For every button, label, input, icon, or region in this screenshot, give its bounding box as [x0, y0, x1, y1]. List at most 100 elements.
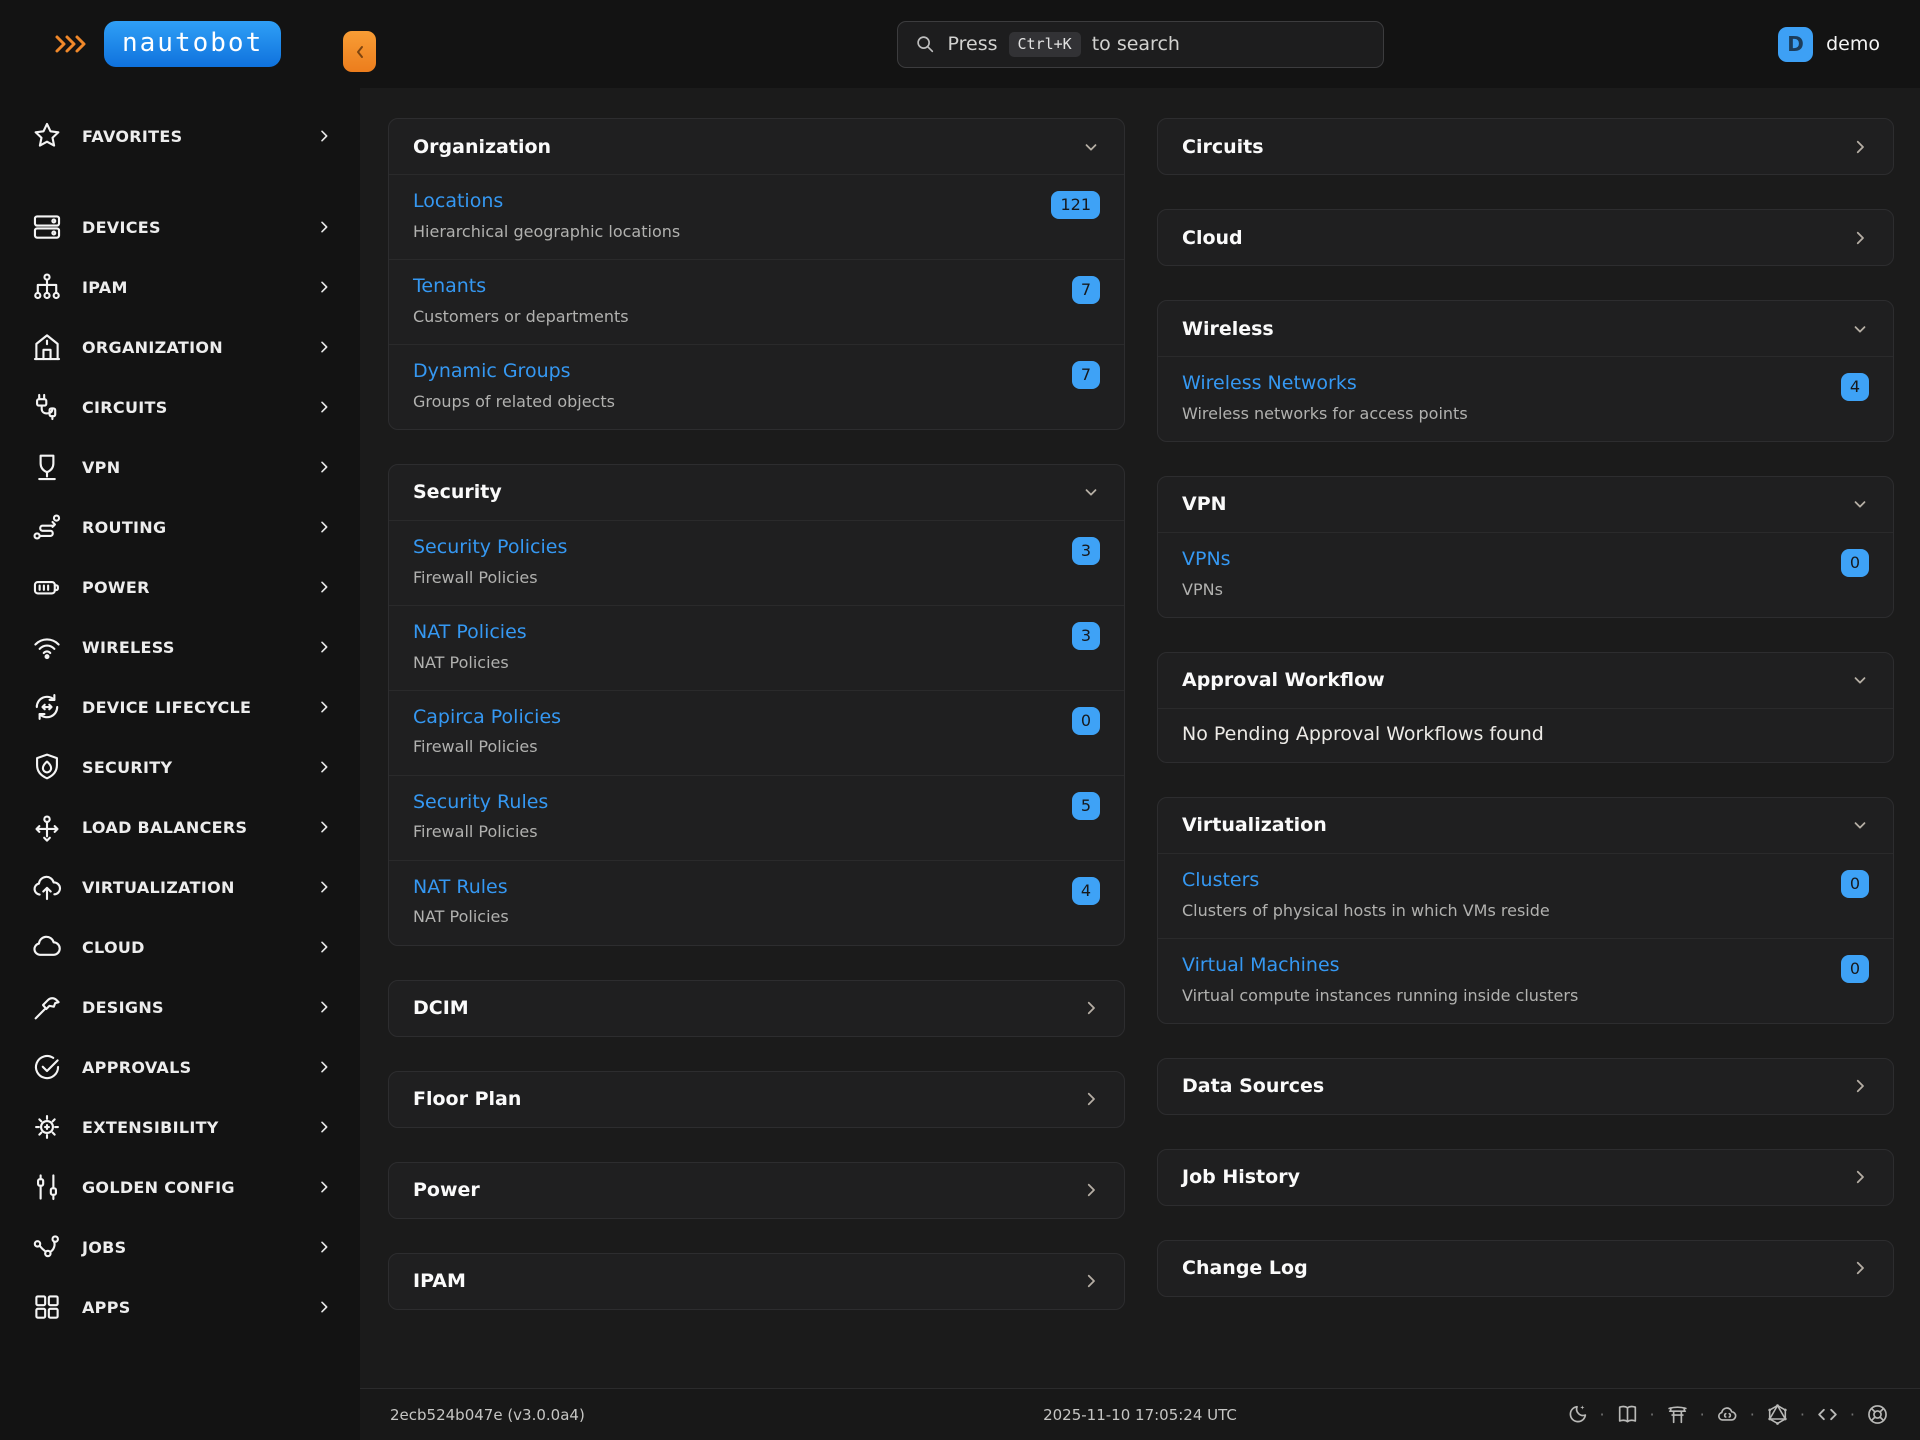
panel-row-description: Groups of related objects	[413, 392, 1072, 411]
panel-row-vpns: VPNs VPNs 0	[1158, 532, 1893, 617]
panel-vpn: VPN VPNs VPNs 0	[1157, 476, 1894, 618]
user-menu[interactable]: D demo	[1778, 27, 1880, 62]
sidebar-item-organization[interactable]: ORGANIZATION	[0, 317, 360, 377]
count-badge[interactable]: 4	[1072, 877, 1100, 905]
logo[interactable]: nautobot	[0, 0, 360, 88]
sidebar-item-label: VIRTUALIZATION	[82, 878, 316, 897]
panel-change-log-header[interactable]: Change Log	[1158, 1241, 1893, 1296]
api-torii-icon[interactable]	[1665, 1402, 1690, 1427]
sidebar-item-jobs[interactable]: JOBS	[0, 1217, 360, 1277]
panel-link[interactable]: NAT Policies	[413, 621, 527, 645]
search-input[interactable]: Press Ctrl+K to search	[897, 21, 1384, 68]
sidebar: nautobot FAVORITES DEVICES IPAM ORGANIZA…	[0, 0, 360, 1440]
server-timestamp: 2025-11-10 17:05:24 UTC	[1043, 1406, 1237, 1424]
sidebar-item-devices[interactable]: DEVICES	[0, 197, 360, 257]
sidebar-item-label: ROUTING	[82, 518, 316, 537]
sidebar-item-wireless[interactable]: WIRELESS	[0, 617, 360, 677]
sidebar-item-favorites[interactable]: FAVORITES	[0, 106, 360, 166]
sidebar-item-device-lifecycle[interactable]: DEVICE LIFECYCLE	[0, 677, 360, 737]
count-badge[interactable]: 0	[1072, 707, 1100, 735]
panel-job-history-header[interactable]: Job History	[1158, 1150, 1893, 1205]
panel-link[interactable]: Security Rules	[413, 791, 548, 815]
panel-link[interactable]: VPNs	[1182, 548, 1231, 572]
code-icon[interactable]	[1815, 1402, 1840, 1427]
sidebar-item-apps[interactable]: APPS	[0, 1277, 360, 1337]
cloud-api-icon[interactable]	[1715, 1402, 1740, 1427]
graphql-icon[interactable]	[1765, 1402, 1790, 1427]
sidebar-collapse-button[interactable]	[343, 31, 376, 72]
panel-link[interactable]: Locations	[413, 190, 503, 214]
panel-link[interactable]: NAT Rules	[413, 876, 508, 900]
count-badge[interactable]: 5	[1072, 792, 1100, 820]
help-lifebuoy-icon[interactable]	[1865, 1402, 1890, 1427]
panel-row-description: Firewall Policies	[413, 737, 1072, 756]
content-area: Press Ctrl+K to search D demo Organizati…	[360, 0, 1920, 1440]
sidebar-item-label: ORGANIZATION	[82, 338, 316, 357]
chevron-right-icon	[316, 819, 332, 835]
right-column: Circuits Cloud Wireless Wireless Network	[1157, 118, 1894, 1297]
panel-floor-plan-header[interactable]: Floor Plan	[389, 1072, 1124, 1127]
chevron-down-icon	[1851, 495, 1869, 513]
panel-link[interactable]: Security Policies	[413, 536, 567, 560]
sidebar-item-label: IPAM	[82, 278, 316, 297]
panel-ipam-header[interactable]: IPAM	[389, 1254, 1124, 1309]
footer-separator: ·	[1650, 1405, 1655, 1424]
sidebar-item-load-balancers[interactable]: LOAD BALANCERS	[0, 797, 360, 857]
panel-virtualization: Virtualization Clusters Clusters of phys…	[1157, 797, 1894, 1024]
panel-organization-header[interactable]: Organization	[389, 119, 1124, 174]
sidebar-item-approvals[interactable]: APPROVALS	[0, 1037, 360, 1097]
sidebar-item-golden-config[interactable]: GOLDEN CONFIG	[0, 1157, 360, 1217]
panel-circuits-header[interactable]: Circuits	[1158, 119, 1893, 174]
count-badge[interactable]: 0	[1841, 870, 1869, 898]
sidebar-item-vpn[interactable]: VPN	[0, 437, 360, 497]
footer: 2ecb524b047e (v3.0.0a4) 2025-11-10 17:05…	[360, 1388, 1920, 1440]
panel-approval-workflow-header[interactable]: Approval Workflow	[1158, 653, 1893, 708]
panel-floor-plan: Floor Plan	[388, 1071, 1125, 1128]
panel-vpn-header[interactable]: VPN	[1158, 477, 1893, 532]
extensibility-icon	[30, 1110, 64, 1144]
panel-row-description: Wireless networks for access points	[1182, 404, 1841, 423]
panel-wireless-header[interactable]: Wireless	[1158, 301, 1893, 356]
count-badge[interactable]: 3	[1072, 537, 1100, 565]
panel-power-header[interactable]: Power	[389, 1163, 1124, 1218]
panel-link[interactable]: Virtual Machines	[1182, 954, 1340, 978]
count-badge[interactable]: 7	[1072, 361, 1100, 389]
count-badge[interactable]: 3	[1072, 622, 1100, 650]
panel-link[interactable]: Tenants	[413, 275, 486, 299]
panel-dcim-header[interactable]: DCIM	[389, 981, 1124, 1036]
chevron-down-icon	[1851, 816, 1869, 834]
count-badge[interactable]: 0	[1841, 955, 1869, 983]
panel-title: IPAM	[413, 1270, 466, 1292]
sidebar-item-extensibility[interactable]: EXTENSIBILITY	[0, 1097, 360, 1157]
circuits-icon	[30, 390, 64, 424]
panel-row-nat-rules: NAT Rules NAT Policies 4	[389, 860, 1124, 945]
sidebar-item-cloud[interactable]: CLOUD	[0, 917, 360, 977]
panel-row-description: Clusters of physical hosts in which VMs …	[1182, 901, 1841, 920]
panel-security-header[interactable]: Security	[389, 465, 1124, 520]
panel-virtualization-header[interactable]: Virtualization	[1158, 798, 1893, 853]
sidebar-item-routing[interactable]: ROUTING	[0, 497, 360, 557]
sidebar-item-virtualization[interactable]: VIRTUALIZATION	[0, 857, 360, 917]
count-badge[interactable]: 121	[1051, 191, 1100, 219]
theme-icon[interactable]	[1564, 1402, 1589, 1427]
sidebar-item-power[interactable]: POWER	[0, 557, 360, 617]
panel-link[interactable]: Capirca Policies	[413, 706, 561, 730]
sidebar-item-security[interactable]: SECURITY	[0, 737, 360, 797]
panel-title: Circuits	[1182, 136, 1264, 158]
count-badge[interactable]: 4	[1841, 373, 1869, 401]
docs-book-icon[interactable]	[1615, 1402, 1640, 1427]
panel-link[interactable]: Wireless Networks	[1182, 372, 1357, 396]
sidebar-item-designs[interactable]: DESIGNS	[0, 977, 360, 1037]
count-badge[interactable]: 7	[1072, 276, 1100, 304]
panel-link[interactable]: Clusters	[1182, 869, 1259, 893]
footer-separator: ·	[1800, 1405, 1805, 1424]
panel-data-sources-header[interactable]: Data Sources	[1158, 1059, 1893, 1114]
chevron-right-icon	[1851, 1168, 1869, 1186]
panel-link[interactable]: Dynamic Groups	[413, 360, 571, 384]
sidebar-item-ipam[interactable]: IPAM	[0, 257, 360, 317]
panel-cloud-header[interactable]: Cloud	[1158, 210, 1893, 265]
sidebar-item-circuits[interactable]: CIRCUITS	[0, 377, 360, 437]
count-badge[interactable]: 0	[1841, 549, 1869, 577]
vpn-icon	[30, 450, 64, 484]
routing-icon	[30, 510, 64, 544]
